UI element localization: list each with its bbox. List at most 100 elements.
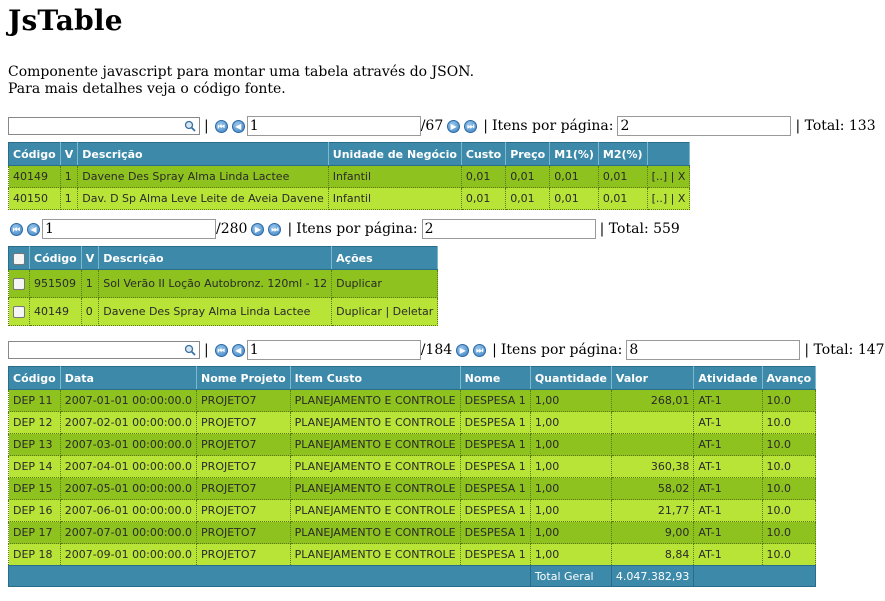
row-checkbox[interactable] <box>13 278 25 290</box>
table3-items-per-page-input[interactable] <box>626 340 801 360</box>
table3-column-header[interactable]: Data <box>59 366 198 390</box>
previous-page-icon[interactable]: ◀ <box>231 343 245 357</box>
checkbox[interactable] <box>13 252 25 265</box>
table-cell: 0,01 <box>460 187 507 210</box>
table-cell: DESPESA 1 <box>459 455 531 478</box>
table3-column-header[interactable]: Quantidade <box>529 366 612 390</box>
table-cell: 2007-05-01 00:00:00.0 <box>59 477 198 500</box>
previous-page-icon[interactable]: ◀ <box>231 119 245 133</box>
table-cell: PLANEJAMENTO E CONTROLE <box>289 455 461 478</box>
table-row[interactable]: DEP 15 2007-05-01 00:00:00.0 PROJETO7 PLANE… <box>8 477 817 500</box>
table-cell: 2007-06-01 00:00:00.0 <box>59 499 198 522</box>
row-select-cell[interactable] <box>8 297 30 326</box>
table1-column-header[interactable]: M2(%) <box>597 142 648 166</box>
table3-search-input[interactable] <box>9 342 183 358</box>
table-cell: 951509 <box>29 269 82 298</box>
table1-column-header[interactable]: Custo <box>460 142 507 166</box>
table-cell: 2007-07-01 00:00:00.0 <box>59 521 198 544</box>
table3-search-box <box>8 341 200 359</box>
table3-column-header[interactable]: Valor <box>610 366 695 390</box>
table-cell: AT-1 <box>693 477 763 500</box>
table-cell: 0,01 <box>597 187 648 210</box>
table-cell: PLANEJAMENTO E CONTROLE <box>289 521 461 544</box>
row-actions[interactable]: Duplicar | Deletar <box>331 297 439 326</box>
table-row[interactable]: 40150 1 Dav. D Sp Alma Leve Leite de Aveia… <box>8 187 691 210</box>
table1-page-input[interactable] <box>246 116 421 136</box>
table3-column-header[interactable]: Avanço <box>761 366 817 390</box>
table1-column-header[interactable]: Unidade de Negócio <box>327 142 462 166</box>
first-page-icon[interactable]: ⏮ <box>214 119 228 133</box>
table3-page-input[interactable] <box>246 340 421 360</box>
row-actions[interactable]: [..] | X <box>646 165 691 188</box>
table-cell: 10.0 <box>761 499 817 522</box>
first-page-icon[interactable]: ⏮ <box>214 343 228 357</box>
last-page-icon[interactable]: ⏭ <box>268 222 282 236</box>
table-row[interactable]: DEP 18 2007-09-01 00:00:00.0 PROJETO7 PLANE… <box>8 543 817 566</box>
table-cell: 10.0 <box>761 455 817 478</box>
first-page-icon[interactable]: ⏮ <box>10 222 23 236</box>
table1-total: | Total: 133 <box>795 118 876 134</box>
row-select-cell[interactable] <box>8 269 30 298</box>
table-cell: 10.0 <box>761 389 817 412</box>
table-cell: DEP 11 <box>8 389 61 412</box>
footer-total-value: 4.047.382,93 <box>610 565 695 587</box>
table-row[interactable]: 951509 1 Sol Verão II Loção Autobronz. 120… <box>8 269 439 298</box>
table-row[interactable]: DEP 12 2007-02-01 00:00:00.0 PROJETO7 PLANE… <box>8 411 817 434</box>
table2-column-header[interactable]: Descrição <box>98 246 333 270</box>
table1-column-header[interactable]: M1(%) <box>549 142 599 166</box>
table3-column-header[interactable]: Item Custo <box>289 366 461 390</box>
table1-column-header[interactable]: Preço <box>505 142 551 166</box>
table2-page-input[interactable] <box>42 219 216 239</box>
table2-column-header[interactable]: V <box>80 246 100 270</box>
table-row[interactable]: 40149 0 Davene Des Spray Alma Linda Lactee… <box>8 297 439 326</box>
table-row[interactable]: DEP 16 2007-06-01 00:00:00.0 PROJETO7 PLANE… <box>8 499 817 522</box>
row-checkbox[interactable] <box>13 306 25 318</box>
row-actions[interactable]: Duplicar <box>331 269 439 298</box>
table1-column-header[interactable]: Descrição <box>77 142 329 166</box>
intro-line-1: Componente javascript para montar uma ta… <box>8 64 475 80</box>
search-icon[interactable] <box>184 344 196 356</box>
table1-items-per-page-input[interactable] <box>617 116 792 136</box>
table-cell: 10.0 <box>761 411 817 434</box>
table3-footer-row: Total Geral 4.047.382,93 <box>8 565 817 587</box>
table-cell: Infantil <box>327 187 462 210</box>
table2-column-header[interactable]: Ações <box>331 246 439 270</box>
table3-column-header[interactable]: Nome Projeto <box>196 366 291 390</box>
row-actions[interactable]: [..] | X <box>646 187 691 210</box>
table-row[interactable]: 40149 1 Davene Des Spray Alma Linda Lactee… <box>8 165 691 188</box>
table-cell: 1,00 <box>529 477 612 500</box>
table3-column-header[interactable]: Atividade <box>693 366 763 390</box>
table-cell: AT-1 <box>693 499 763 522</box>
table3-column-header[interactable]: Código <box>8 366 61 390</box>
table-row[interactable]: DEP 13 2007-03-01 00:00:00.0 PROJETO7 PLANE… <box>8 433 817 456</box>
table-cell: Sol Verão II Loção Autobronz. 120ml - 12 <box>98 269 333 298</box>
previous-page-icon[interactable]: ◀ <box>27 222 40 236</box>
table-cell: 0,01 <box>597 165 648 188</box>
table-cell: PROJETO7 <box>196 433 291 456</box>
table-cell: Dav. D Sp Alma Leve Leite de Aveia Daven… <box>77 187 329 210</box>
next-page-icon[interactable]: ▶ <box>447 119 461 133</box>
last-page-icon[interactable]: ⏭ <box>473 343 487 357</box>
table-cell: PLANEJAMENTO E CONTROLE <box>289 499 461 522</box>
table3-total: | Total: 1470 <box>804 342 885 358</box>
table-row[interactable]: DEP 17 2007-07-01 00:00:00.0 PROJETO7 PLANE… <box>8 521 817 544</box>
table-cell: AT-1 <box>693 455 763 478</box>
table-cell: DESPESA 1 <box>459 499 531 522</box>
table1-search-input[interactable] <box>9 118 183 134</box>
table-row[interactable]: DEP 14 2007-04-01 00:00:00.0 PROJETO7 PLANE… <box>8 455 817 478</box>
table3-items-label: Itens por página: <box>500 342 623 358</box>
search-icon[interactable] <box>184 120 196 132</box>
table-cell: 10.0 <box>761 433 817 456</box>
table-cell: 0,01 <box>505 187 551 210</box>
select-all-checkbox[interactable] <box>8 246 30 270</box>
table2-column-header[interactable]: Código <box>29 246 82 270</box>
last-page-icon[interactable]: ⏭ <box>464 119 478 133</box>
next-page-icon[interactable]: ▶ <box>251 222 265 236</box>
table1-column-header[interactable] <box>646 142 691 166</box>
table2-items-per-page-input[interactable] <box>421 219 596 239</box>
table-row[interactable]: DEP 11 2007-01-01 00:00:00.0 PROJETO7 PLANE… <box>8 389 817 412</box>
table1-column-header[interactable]: V <box>59 142 79 166</box>
table3-column-header[interactable]: Nome <box>459 366 531 390</box>
table1-column-header[interactable]: Código <box>8 142 61 166</box>
next-page-icon[interactable]: ▶ <box>456 343 470 357</box>
